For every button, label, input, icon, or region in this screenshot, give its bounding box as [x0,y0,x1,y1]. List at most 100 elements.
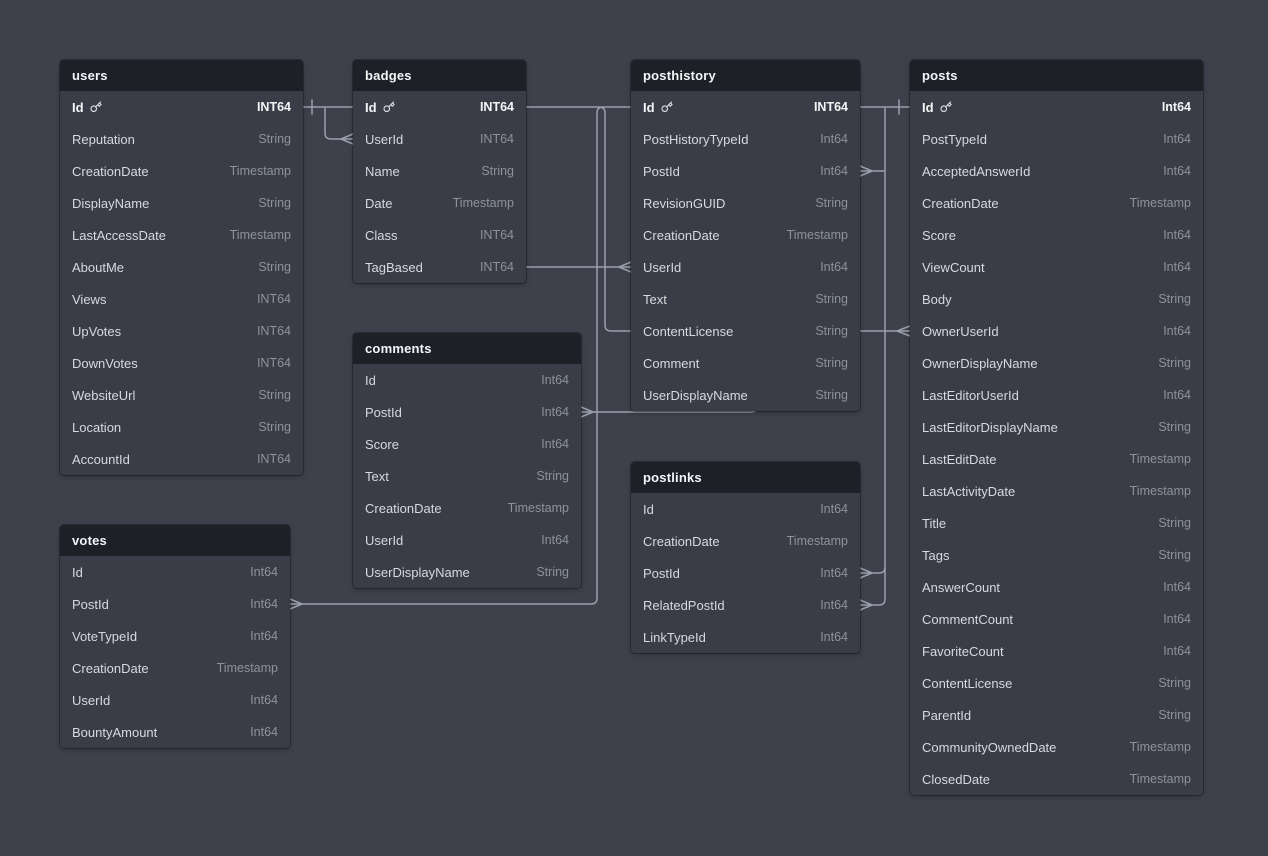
field-row-posthistory-PostHistoryTypeId[interactable]: PostHistoryTypeIdInt64 [631,123,860,155]
field-row-posts-Body[interactable]: BodyString [910,283,1203,315]
field-row-posts-Score[interactable]: ScoreInt64 [910,219,1203,251]
field-row-posts-ContentLicense[interactable]: ContentLicenseString [910,667,1203,699]
field-row-votes-CreationDate[interactable]: CreationDateTimestamp [60,652,290,684]
field-name: BountyAmount [72,725,157,740]
table-header-users[interactable]: users [60,60,303,91]
field-row-users-Location[interactable]: LocationString [60,411,303,443]
field-row-posts-PostTypeId[interactable]: PostTypeIdInt64 [910,123,1203,155]
table-header-votes[interactable]: votes [60,525,290,556]
field-row-users-Reputation[interactable]: ReputationString [60,123,303,155]
field-row-postlinks-RelatedPostId[interactable]: RelatedPostIdInt64 [631,589,860,621]
field-name: PostId [643,566,680,581]
field-row-posts-LastEditorDisplayName[interactable]: LastEditorDisplayNameString [910,411,1203,443]
field-row-votes-Id[interactable]: IdInt64 [60,556,290,588]
field-row-posts-Tags[interactable]: TagsString [910,539,1203,571]
diagram-canvas[interactable]: usersIdINT64ReputationStringCreationDate… [0,0,1268,856]
field-row-posts-ViewCount[interactable]: ViewCountInt64 [910,251,1203,283]
field-row-posts-CreationDate[interactable]: CreationDateTimestamp [910,187,1203,219]
field-row-posts-ParentId[interactable]: ParentIdString [910,699,1203,731]
field-row-comments-Id[interactable]: IdInt64 [353,364,581,396]
field-type: INT64 [257,452,291,466]
relationship-line-users-id__badges-userid[interactable] [325,107,353,139]
field-row-posthistory-ContentLicense[interactable]: ContentLicenseString [631,315,860,347]
table-badges[interactable]: badgesIdINT64UserIdINT64NameStringDateTi… [353,60,526,283]
table-header-comments[interactable]: comments [353,333,581,364]
field-row-users-Id[interactable]: IdINT64 [60,91,303,123]
field-row-posts-Id[interactable]: IdInt64 [910,91,1203,123]
field-row-users-DisplayName[interactable]: DisplayNameString [60,187,303,219]
table-comments[interactable]: commentsIdInt64PostIdInt64ScoreInt64Text… [353,333,581,588]
field-row-posthistory-Text[interactable]: TextString [631,283,860,315]
field-row-posts-CommentCount[interactable]: CommentCountInt64 [910,603,1203,635]
field-row-badges-Date[interactable]: DateTimestamp [353,187,526,219]
field-name: UserDisplayName [643,388,748,403]
field-row-postlinks-Id[interactable]: IdInt64 [631,493,860,525]
field-row-users-Views[interactable]: ViewsINT64 [60,283,303,315]
field-row-votes-PostId[interactable]: PostIdInt64 [60,588,290,620]
field-name: Id [643,100,655,115]
field-name: AcceptedAnswerId [922,164,1030,179]
field-row-posts-CommunityOwnedDate[interactable]: CommunityOwnedDateTimestamp [910,731,1203,763]
table-posthistory[interactable]: posthistoryIdINT64PostHistoryTypeIdInt64… [631,60,860,411]
field-row-badges-TagBased[interactable]: TagBasedINT64 [353,251,526,283]
field-row-postlinks-PostId[interactable]: PostIdInt64 [631,557,860,589]
relationship-line-posts-id__postlinks-relatedpostid[interactable] [860,107,885,605]
field-name: PostId [72,597,109,612]
field-row-posts-Title[interactable]: TitleString [910,507,1203,539]
field-row-posthistory-CreationDate[interactable]: CreationDateTimestamp [631,219,860,251]
table-users[interactable]: usersIdINT64ReputationStringCreationDate… [60,60,303,475]
field-row-posthistory-Comment[interactable]: CommentString [631,347,860,379]
field-row-posthistory-UserDisplayName[interactable]: UserDisplayNameString [631,379,860,411]
field-row-posts-LastEditorUserId[interactable]: LastEditorUserIdInt64 [910,379,1203,411]
field-row-users-AccountId[interactable]: AccountIdINT64 [60,443,303,475]
table-postlinks[interactable]: postlinksIdInt64CreationDateTimestampPos… [631,462,860,653]
field-row-posts-AcceptedAnswerId[interactable]: AcceptedAnswerIdInt64 [910,155,1203,187]
field-row-users-CreationDate[interactable]: CreationDateTimestamp [60,155,303,187]
field-row-users-AboutMe[interactable]: AboutMeString [60,251,303,283]
field-row-posthistory-RevisionGUID[interactable]: RevisionGUIDString [631,187,860,219]
table-header-posts[interactable]: posts [910,60,1203,91]
field-row-badges-UserId[interactable]: UserIdINT64 [353,123,526,155]
field-name: Class [365,228,398,243]
table-posts[interactable]: postsIdInt64PostTypeIdInt64AcceptedAnswe… [910,60,1203,795]
field-row-badges-Class[interactable]: ClassINT64 [353,219,526,251]
field-row-users-WebsiteUrl[interactable]: WebsiteUrlString [60,379,303,411]
field-row-badges-Id[interactable]: IdINT64 [353,91,526,123]
table-header-badges[interactable]: badges [353,60,526,91]
field-row-comments-UserDisplayName[interactable]: UserDisplayNameString [353,556,581,588]
field-row-votes-UserId[interactable]: UserIdInt64 [60,684,290,716]
field-row-comments-CreationDate[interactable]: CreationDateTimestamp [353,492,581,524]
field-name: UserId [643,260,681,275]
field-row-users-UpVotes[interactable]: UpVotesINT64 [60,315,303,347]
table-votes[interactable]: votesIdInt64PostIdInt64VoteTypeIdInt64Cr… [60,525,290,748]
field-row-posts-ClosedDate[interactable]: ClosedDateTimestamp [910,763,1203,795]
field-row-users-LastAccessDate[interactable]: LastAccessDateTimestamp [60,219,303,251]
field-type: Int64 [1163,388,1191,402]
field-row-votes-VoteTypeId[interactable]: VoteTypeIdInt64 [60,620,290,652]
field-row-comments-UserId[interactable]: UserIdInt64 [353,524,581,556]
table-header-postlinks[interactable]: postlinks [631,462,860,493]
field-row-posthistory-UserId[interactable]: UserIdInt64 [631,251,860,283]
field-row-comments-Score[interactable]: ScoreInt64 [353,428,581,460]
field-row-posthistory-PostId[interactable]: PostIdInt64 [631,155,860,187]
field-row-badges-Name[interactable]: NameString [353,155,526,187]
field-row-posts-FavoriteCount[interactable]: FavoriteCountInt64 [910,635,1203,667]
field-row-posts-LastEditDate[interactable]: LastEditDateTimestamp [910,443,1203,475]
field-row-posthistory-Id[interactable]: IdINT64 [631,91,860,123]
field-row-comments-Text[interactable]: TextString [353,460,581,492]
field-name: UserDisplayName [365,565,470,580]
field-row-postlinks-LinkTypeId[interactable]: LinkTypeIdInt64 [631,621,860,653]
field-type: String [258,196,291,210]
field-type: Timestamp [1130,740,1191,754]
field-row-posts-OwnerDisplayName[interactable]: OwnerDisplayNameString [910,347,1203,379]
field-row-posts-AnswerCount[interactable]: AnswerCountInt64 [910,571,1203,603]
field-row-posts-LastActivityDate[interactable]: LastActivityDateTimestamp [910,475,1203,507]
field-type: String [815,356,848,370]
field-row-votes-BountyAmount[interactable]: BountyAmountInt64 [60,716,290,748]
field-name: TagBased [365,260,423,275]
field-row-postlinks-CreationDate[interactable]: CreationDateTimestamp [631,525,860,557]
field-row-comments-PostId[interactable]: PostIdInt64 [353,396,581,428]
field-row-users-DownVotes[interactable]: DownVotesINT64 [60,347,303,379]
table-header-posthistory[interactable]: posthistory [631,60,860,91]
field-row-posts-OwnerUserId[interactable]: OwnerUserIdInt64 [910,315,1203,347]
